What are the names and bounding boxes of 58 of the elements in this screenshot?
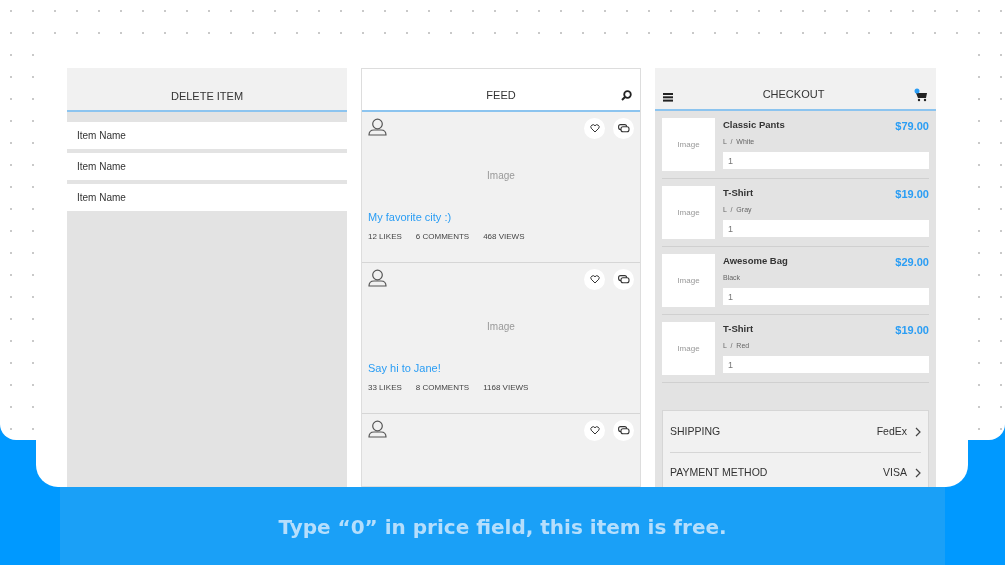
image-label: Image	[487, 319, 515, 334]
quantity-field[interactable]: 1	[723, 288, 929, 305]
option-value: VISA	[883, 465, 907, 481]
image-label: Image	[487, 168, 515, 183]
comment-button[interactable]	[613, 269, 634, 290]
heart-icon	[589, 275, 600, 284]
user-icon	[368, 420, 387, 438]
image-label: Image	[677, 274, 700, 287]
heart-icon	[589, 124, 600, 133]
like-button[interactable]	[584, 420, 605, 441]
quantity-field[interactable]: 1	[723, 220, 929, 237]
caption-text: Type “0” in price field, this item is free.	[278, 514, 727, 541]
views-count: 1168 VIEWS	[483, 381, 529, 394]
views-count: 468 VIEWS	[483, 230, 525, 243]
comment-button[interactable]	[613, 118, 634, 139]
post-caption: My favorite city :)	[368, 210, 453, 225]
product-name: T-Shirt	[723, 322, 754, 336]
option-label: PAYMENT METHOD	[670, 465, 768, 481]
heart-icon	[589, 426, 600, 435]
image-label: Image	[677, 206, 700, 219]
chevron-right-icon	[915, 426, 921, 437]
product-price: $29.00	[895, 255, 929, 270]
product-name: Awesome Bag	[723, 254, 788, 268]
product-price: $79.00	[895, 119, 929, 134]
speech-bubbles-icon	[617, 124, 630, 133]
product-name: T-Shirt	[723, 186, 754, 200]
quantity-field[interactable]: 1	[723, 356, 929, 373]
list-item[interactable]: Item Name	[67, 122, 347, 149]
cart-icon[interactable]	[914, 88, 928, 102]
list-item[interactable]: Item Name	[67, 184, 347, 211]
option-row[interactable]: SHIPPING FedEx	[670, 411, 921, 452]
product-price: $19.00	[895, 323, 929, 338]
user-icon	[368, 118, 387, 136]
comment-button[interactable]	[613, 420, 634, 441]
image-label: Image	[677, 138, 700, 151]
option-value: FedEx	[876, 423, 907, 439]
option-label: SHIPPING	[670, 423, 721, 439]
menu-icon[interactable]	[663, 92, 673, 102]
likes-count: 33 LIKES	[368, 381, 402, 394]
screen-title: FEED	[486, 87, 516, 103]
list-item[interactable]: Item Name	[67, 153, 347, 180]
post-caption: Say hi to Jane!	[368, 361, 442, 376]
user-icon	[368, 269, 387, 287]
image-label: Image	[677, 342, 700, 355]
speech-bubbles-icon	[617, 426, 630, 435]
search-icon[interactable]	[621, 90, 632, 101]
like-button[interactable]	[584, 118, 605, 139]
likes-count: 12 LIKES	[368, 230, 402, 243]
speech-bubbles-icon	[617, 275, 630, 284]
chevron-right-icon	[915, 468, 921, 478]
screen-title: DELETE ITEM	[170, 88, 244, 104]
product-price: $19.00	[895, 187, 929, 202]
quantity-field[interactable]: 1	[723, 152, 929, 169]
comments-count: 6 COMMENTS	[415, 230, 470, 243]
like-button[interactable]	[584, 269, 605, 290]
screen-title: CHECKOUT	[762, 86, 825, 102]
comments-count: 8 COMMENTS	[415, 381, 470, 394]
product-name: Classic Pants	[723, 118, 785, 132]
